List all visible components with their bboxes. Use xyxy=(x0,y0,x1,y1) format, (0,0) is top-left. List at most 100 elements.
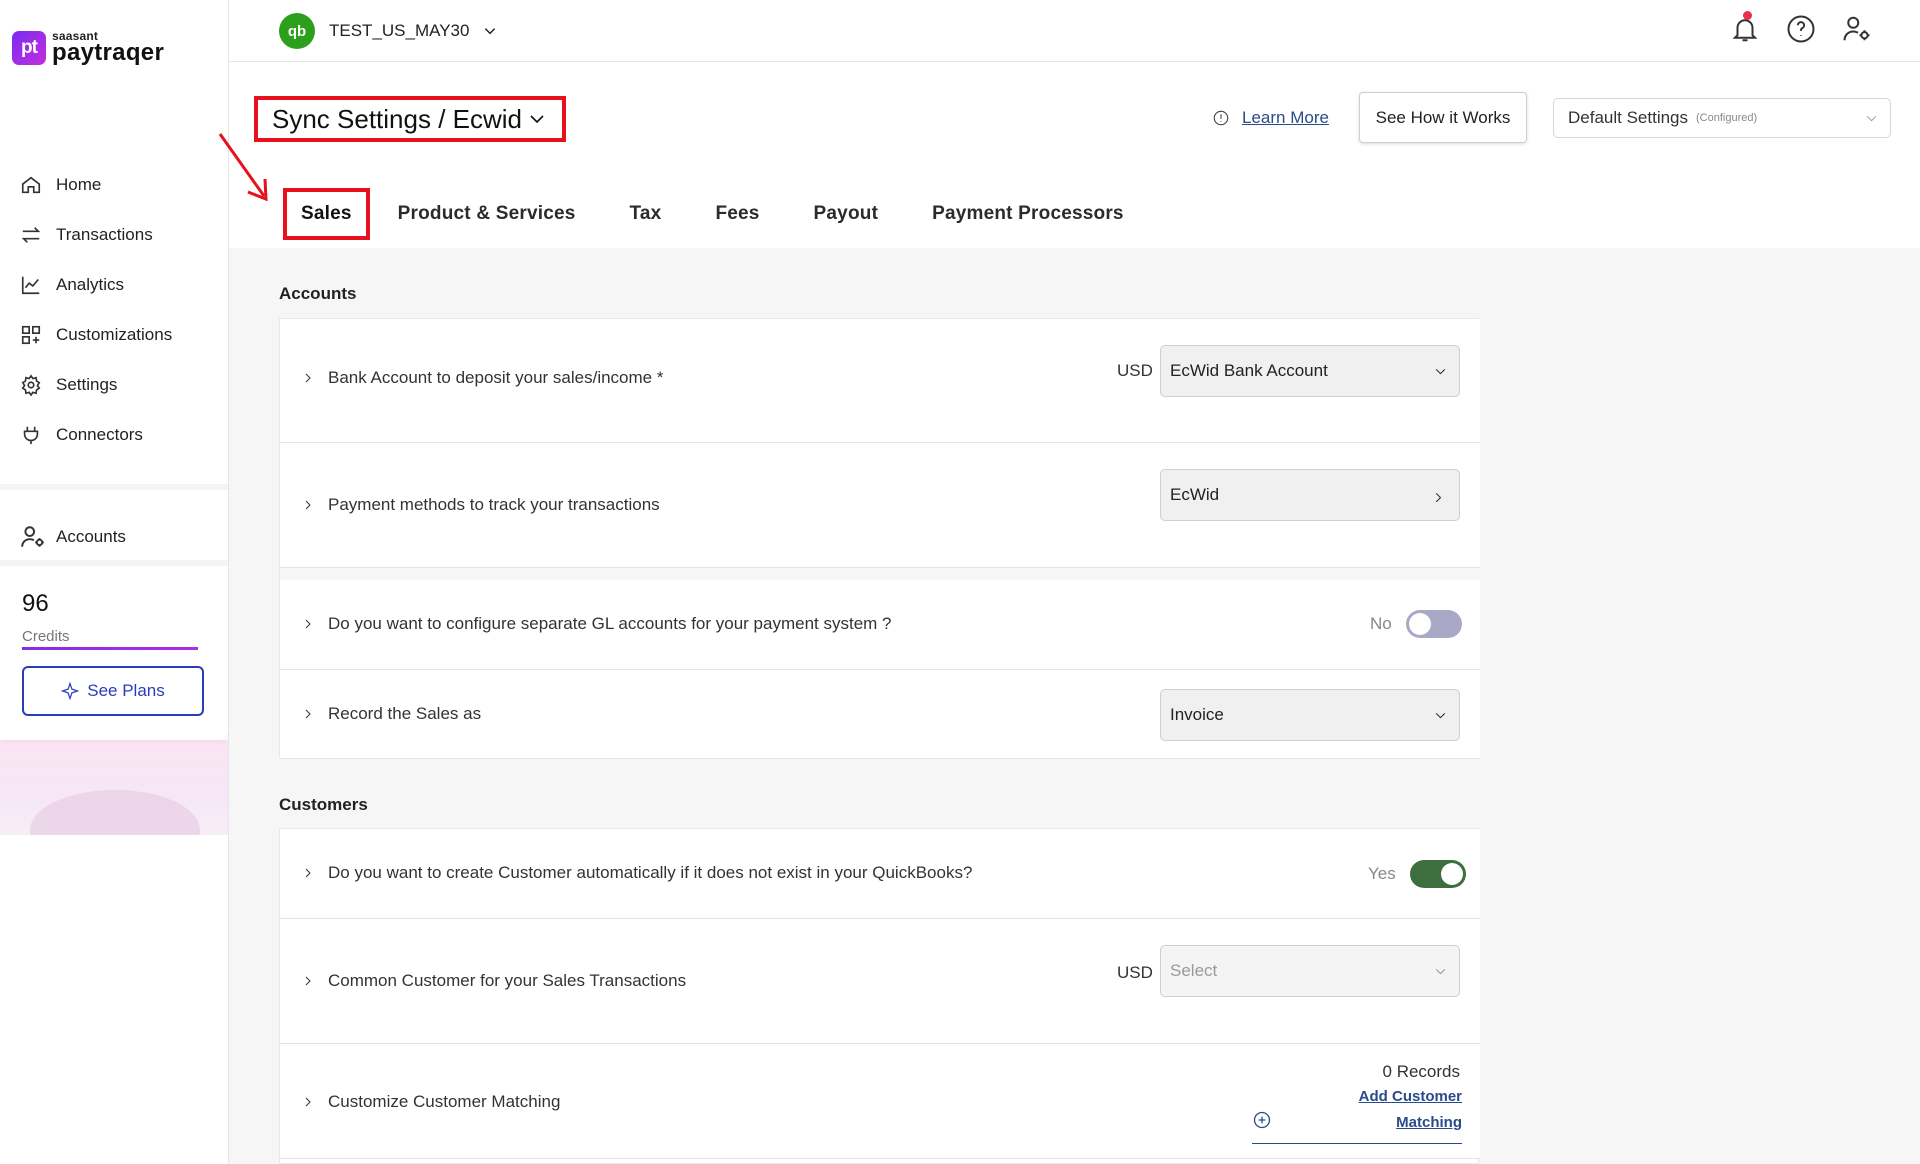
sidebar-item-transactions[interactable]: Transactions xyxy=(20,210,172,260)
section-title-accounts: Accounts xyxy=(279,284,357,303)
record-sales-select[interactable]: Invoice xyxy=(1160,689,1460,741)
settings-profile-select[interactable]: Default Settings (Configured) xyxy=(1553,98,1891,138)
customer-matching-row: Customize Customer Matching 0 Records Ad… xyxy=(280,1044,1480,1159)
tab-sales[interactable]: Sales xyxy=(283,188,370,240)
sidebar-item-customizations[interactable]: Customizations xyxy=(20,310,172,360)
bank-account-select[interactable]: EcWid Bank Account xyxy=(1160,345,1460,397)
tab-fees[interactable]: Fees xyxy=(715,203,759,225)
auto-create-customer-toggle[interactable]: Do you want to create Customer automatic… xyxy=(302,863,972,883)
chevron-down-icon xyxy=(485,28,496,35)
payment-methods-row: Payment methods to track your transactio… xyxy=(280,443,1480,568)
app-logo[interactable]: pt saasant paytraqer xyxy=(12,30,164,65)
sidebar-panel: pt saasant paytraqer Home Transactions A… xyxy=(0,0,228,740)
common-customer-currency: USD xyxy=(1117,963,1153,982)
chevron-down-icon xyxy=(1866,115,1877,122)
user-settings-icon xyxy=(1843,16,1870,41)
credits-label: Credits xyxy=(22,628,70,645)
chart-line-icon xyxy=(21,276,40,295)
record-sales-value: Invoice xyxy=(1170,705,1224,724)
tab-payment-processors[interactable]: Payment Processors xyxy=(932,203,1124,225)
credits-count: 96 xyxy=(22,590,49,617)
gear-icon xyxy=(21,374,41,396)
common-customer-toggle[interactable]: Common Customer for your Sales Transacti… xyxy=(302,971,686,991)
page-title-dropdown[interactable]: Sync Settings / Ecwid xyxy=(254,96,566,142)
common-customer-label: Common Customer for your Sales Transacti… xyxy=(328,971,687,990)
sparkle-icon xyxy=(61,682,80,700)
gl-accounts-toggle[interactable]: Do you want to configure separate GL acc… xyxy=(302,614,892,634)
settings-tabs: Sales Product & Services Tax Fees Payout… xyxy=(283,188,1178,240)
sidebar-item-label: Settings xyxy=(56,375,118,394)
sidebar-divider xyxy=(0,484,228,490)
record-sales-toggle[interactable]: Record the Sales as xyxy=(302,704,481,724)
sidebar-item-settings[interactable]: Settings xyxy=(20,360,172,410)
sidebar-item-home[interactable]: Home xyxy=(20,160,172,210)
sidebar-item-connectors[interactable]: Connectors xyxy=(20,410,172,460)
plug-icon xyxy=(23,426,39,445)
sidebar-item-label: Home xyxy=(56,175,102,194)
sidebar-item-label: Accounts xyxy=(56,527,126,546)
sidebar-divider xyxy=(0,560,228,566)
page-header: Sync Settings / Ecwid Learn More See How… xyxy=(229,62,1920,248)
learn-more-label: Learn More xyxy=(1242,108,1329,127)
sidebar-nav: Home Transactions Analytics Customizatio… xyxy=(20,160,172,460)
sidebar-item-analytics[interactable]: Analytics xyxy=(20,260,172,310)
annotation-arrow xyxy=(218,133,268,202)
common-customer-select[interactable]: Select xyxy=(1160,945,1460,997)
sidebar-decoration xyxy=(0,740,228,835)
customer-matching-label: Customize Customer Matching xyxy=(328,1092,561,1111)
sidebar-item-label: Analytics xyxy=(56,275,125,294)
gl-switch-text: No xyxy=(1370,614,1392,633)
chevron-right-icon xyxy=(305,976,311,986)
accounts-card: Bank Account to deposit your sales/incom… xyxy=(279,318,1480,759)
payment-methods-toggle[interactable]: Payment methods to track your transactio… xyxy=(302,495,660,515)
auto-create-customer-switch[interactable] xyxy=(1409,860,1466,888)
logo-main: paytraqer xyxy=(52,39,165,66)
quickbooks-logo: qb xyxy=(279,13,315,49)
home-icon xyxy=(21,176,41,194)
help-button[interactable] xyxy=(1786,14,1816,44)
bank-account-toggle[interactable]: Bank Account to deposit your sales/incom… xyxy=(302,368,663,388)
gl-accounts-switch-group: No xyxy=(1370,610,1462,638)
logo-mark: pt xyxy=(12,30,46,65)
bank-account-label: Bank Account to deposit your sales/incom… xyxy=(328,368,664,387)
chevron-down-icon xyxy=(1435,368,1446,375)
grid-plus-icon xyxy=(21,325,41,345)
chevron-right-icon xyxy=(305,373,311,383)
chevron-right-icon xyxy=(305,500,311,510)
auto-create-switch-text: Yes xyxy=(1368,864,1396,883)
topbar-icons xyxy=(1730,11,1872,44)
tab-tax[interactable]: Tax xyxy=(630,203,662,225)
learn-more-link[interactable]: Learn More xyxy=(1212,108,1329,128)
transfer-icon xyxy=(21,227,41,243)
user-settings-button[interactable] xyxy=(1842,14,1872,44)
add-customer-matching-link[interactable]: Add Customer Matching xyxy=(1252,1084,1462,1144)
topbar: qb TEST_US_MAY30 xyxy=(229,0,1920,62)
company-name: TEST_US_MAY30 xyxy=(329,21,470,40)
company-switcher[interactable]: qb TEST_US_MAY30 xyxy=(279,13,497,49)
sidebar-item-label: Customizations xyxy=(56,325,173,344)
bank-account-row: Bank Account to deposit your sales/incom… xyxy=(280,319,1480,443)
user-settings-icon xyxy=(21,526,44,547)
chevron-down-icon xyxy=(530,115,544,124)
chevron-right-icon xyxy=(305,868,311,878)
gl-accounts-switch[interactable] xyxy=(1405,610,1462,638)
see-how-it-works-button[interactable]: See How it Works xyxy=(1359,92,1527,143)
credits-bar xyxy=(22,647,198,650)
auto-create-switch-group: Yes xyxy=(1368,860,1466,888)
customer-matching-toggle[interactable]: Customize Customer Matching xyxy=(302,1092,560,1112)
payment-methods-select[interactable]: EcWid xyxy=(1160,469,1460,521)
gl-accounts-label: Do you want to configure separate GL acc… xyxy=(328,614,892,633)
settings-select-value: Default Settings xyxy=(1568,108,1689,127)
auto-create-customer-row: Do you want to create Customer automatic… xyxy=(280,829,1480,919)
auto-create-customer-label: Do you want to create Customer automatic… xyxy=(328,863,973,882)
tab-payout[interactable]: Payout xyxy=(814,203,879,225)
tab-product-services[interactable]: Product & Services xyxy=(398,203,576,225)
sidebar: pt saasant paytraqer Home Transactions A… xyxy=(0,0,228,1164)
common-customer-row: Common Customer for your Sales Transacti… xyxy=(280,919,1480,1044)
records-count: 0 Records xyxy=(1382,1062,1460,1081)
see-plans-button[interactable]: See Plans xyxy=(22,666,204,716)
sidebar-item-accounts[interactable]: Accounts xyxy=(20,524,126,550)
info-icon xyxy=(1213,110,1229,126)
notifications-button[interactable] xyxy=(1730,11,1760,44)
sidebar-item-label: Transactions xyxy=(56,225,153,244)
